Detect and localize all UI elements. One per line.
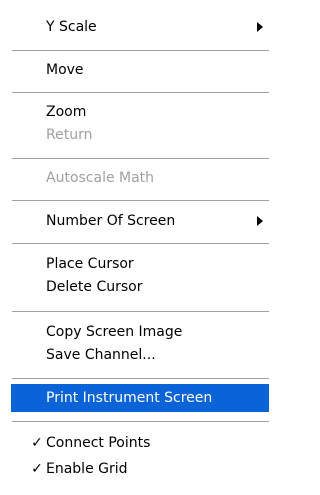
menu-item-number-of-screen[interactable]: Number Of Screen xyxy=(11,207,269,235)
menu-item-label: Print Instrument Screen xyxy=(46,390,213,406)
menu-item-label: Copy Screen Image xyxy=(46,324,183,340)
checkmark-icon: ✓ xyxy=(31,461,43,477)
menu-item-label: Enable Grid xyxy=(46,461,128,477)
menu-item-label: Y Scale xyxy=(46,19,97,35)
menu-item-label: Delete Cursor xyxy=(46,279,143,295)
menu-item-delete-cursor[interactable]: Delete Cursor xyxy=(11,273,269,301)
menu-separator xyxy=(12,200,269,202)
menu-item-enable-grid[interactable]: ✓ Enable Grid xyxy=(11,455,269,483)
menu-separator xyxy=(12,158,269,160)
menu-item-label: Place Cursor xyxy=(46,256,134,272)
menu-separator xyxy=(12,243,269,245)
submenu-arrow-icon xyxy=(257,22,263,32)
menu-separator xyxy=(12,92,269,94)
menu-item-y-scale[interactable]: Y Scale xyxy=(11,13,269,41)
context-menu: Y Scale Move Zoom Return Autoscale Math … xyxy=(0,0,273,495)
menu-separator xyxy=(12,378,269,380)
menu-separator xyxy=(12,421,269,423)
menu-item-print-instrument-screen[interactable]: Print Instrument Screen xyxy=(11,384,269,412)
menu-item-label: Autoscale Math xyxy=(46,170,155,186)
menu-item-label: Connect Points xyxy=(46,435,151,451)
menu-item-label: Move xyxy=(46,62,84,78)
menu-item-move[interactable]: Move xyxy=(11,56,269,84)
menu-item-label: Return xyxy=(46,127,93,143)
checkmark-icon: ✓ xyxy=(31,435,43,451)
submenu-arrow-icon xyxy=(257,216,263,226)
menu-item-save-channel[interactable]: Save Channel... xyxy=(11,341,269,369)
menu-item-label: Zoom xyxy=(46,104,87,120)
menu-separator xyxy=(12,50,269,52)
menu-item-autoscale-math: Autoscale Math xyxy=(11,164,269,192)
menu-item-label: Save Channel... xyxy=(46,347,156,363)
menu-item-connect-points[interactable]: ✓ Connect Points xyxy=(11,429,269,457)
menu-separator xyxy=(12,311,269,313)
menu-item-return: Return xyxy=(11,121,269,149)
menu-item-label: Number Of Screen xyxy=(46,213,176,229)
